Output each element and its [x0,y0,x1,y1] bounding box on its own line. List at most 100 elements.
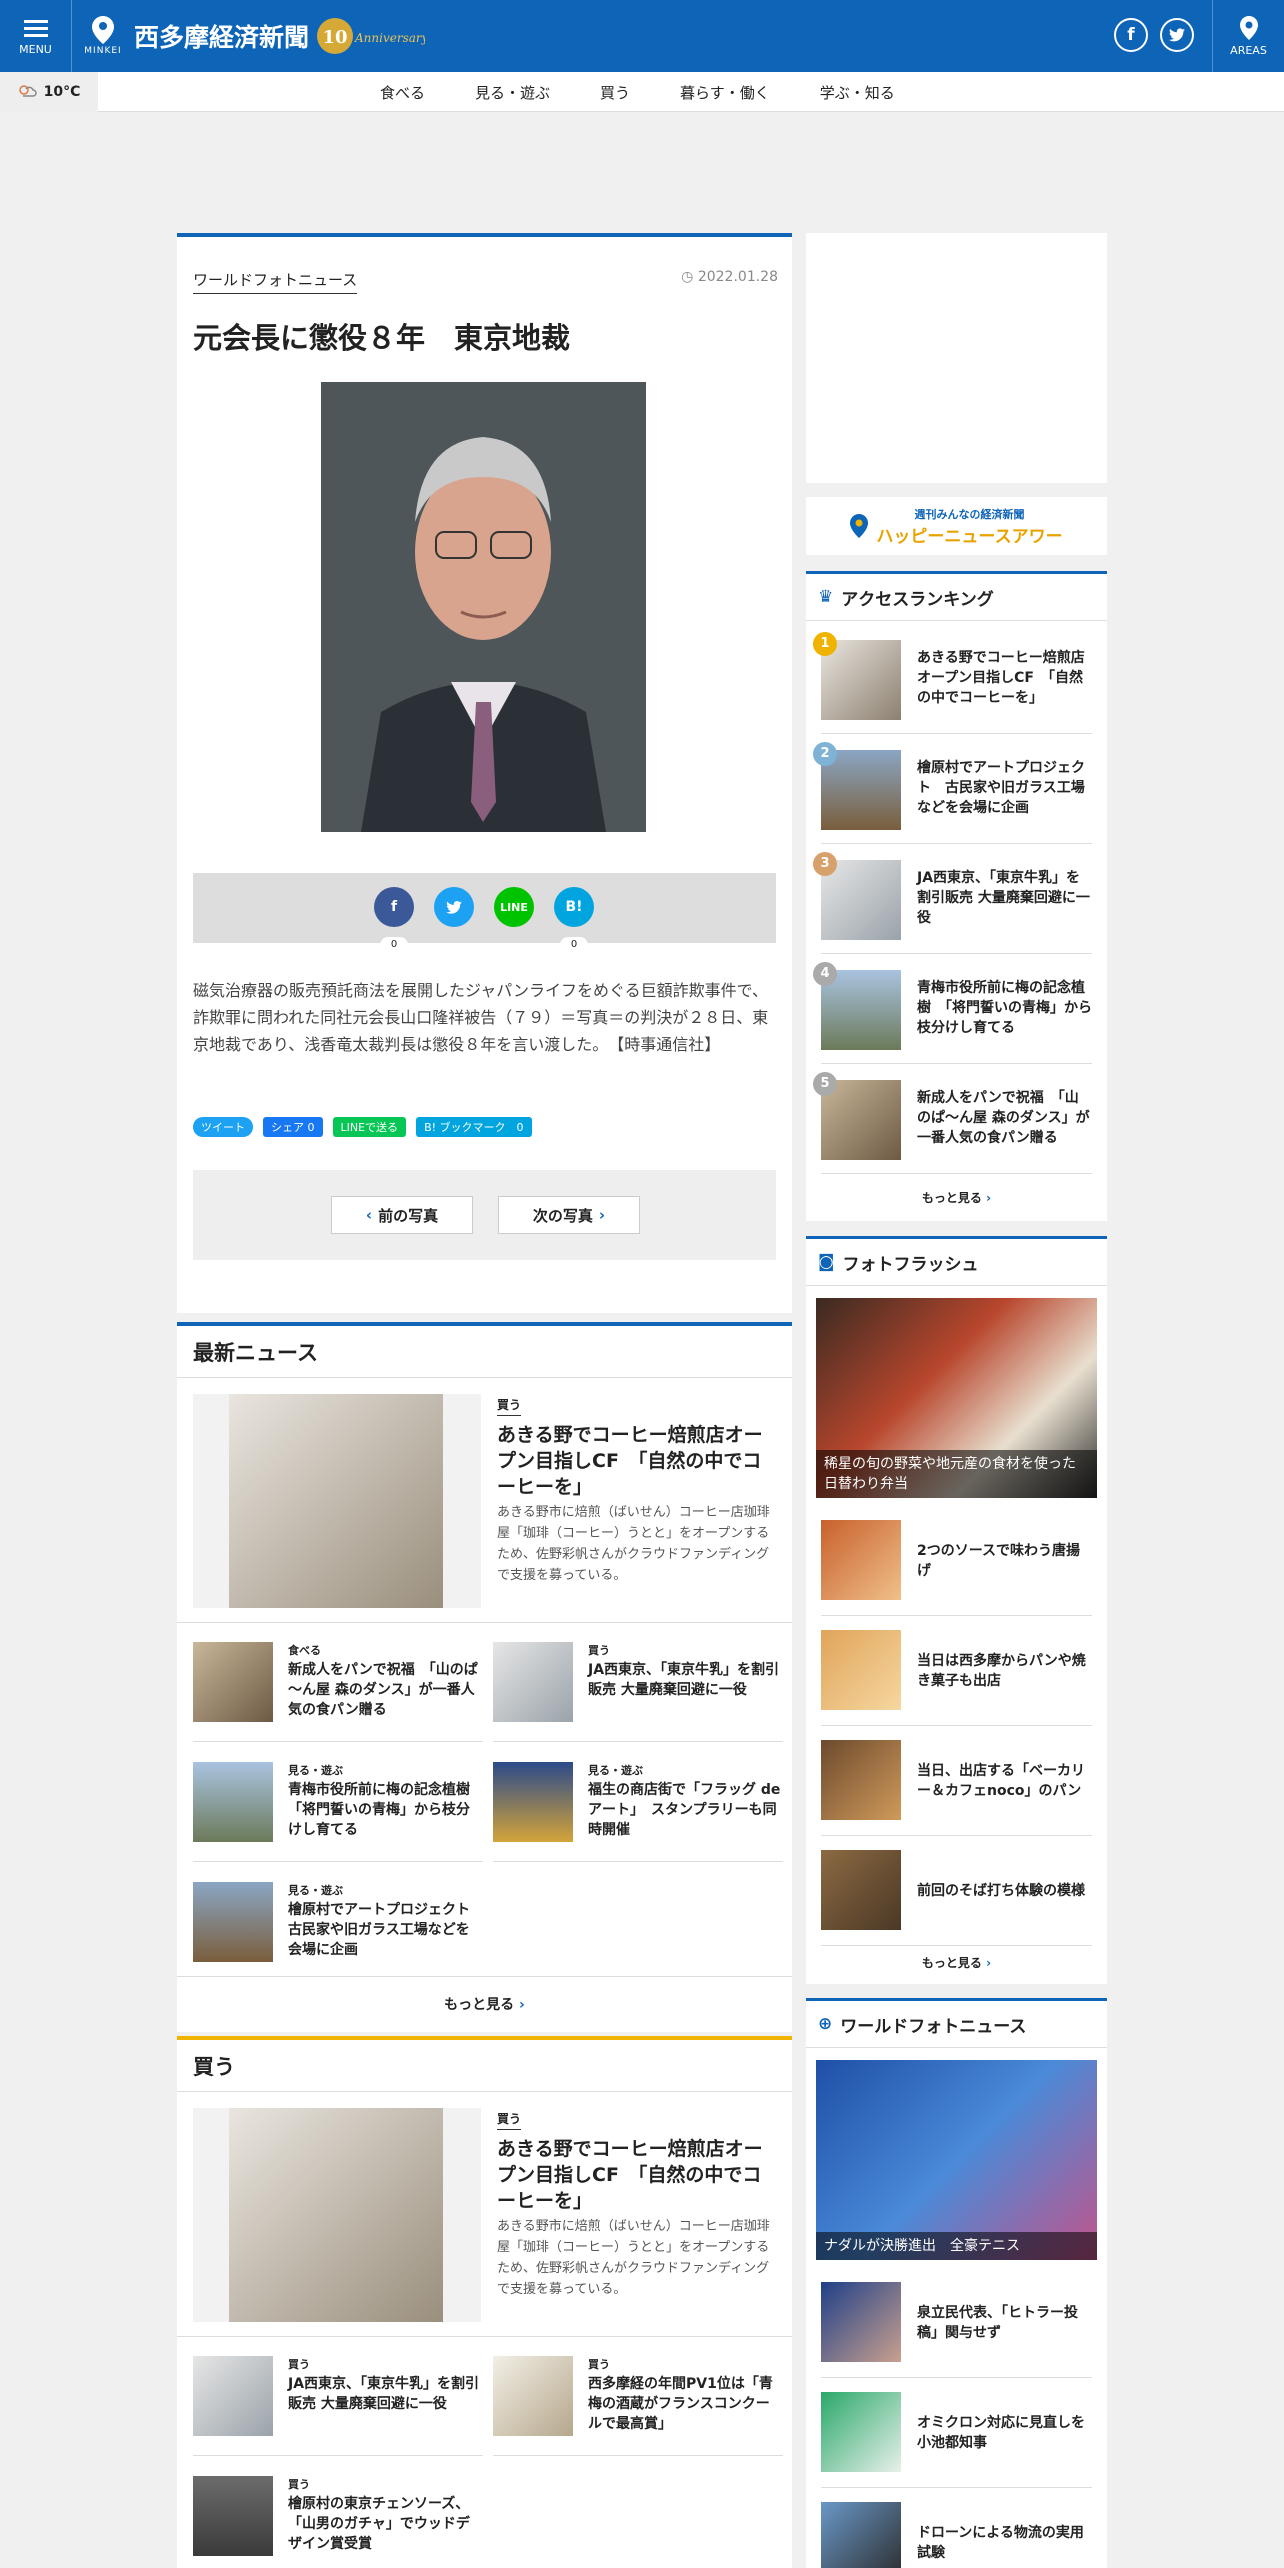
ranking-title: 檜原村でアートプロジェクト 古民家や旧ガラス工場などを会場に企画 [917,760,1085,816]
areas-label: AREAS [1230,43,1267,57]
banner-subtitle: 週刊みんなの経済新聞 [914,507,1025,521]
share-bar: f 0 LINE B! 0 [193,873,776,953]
more-label: もっと見る [921,1956,982,1970]
happy-news-banner[interactable]: 週刊みんなの経済新聞 ハッピーニュースアワー [806,497,1107,555]
svg-text:Anniversary: Anniversary [354,31,425,45]
ranking-more-link[interactable]: もっと見る › [806,1189,1107,1206]
hatena-share-count: 0 [560,937,588,953]
world-item[interactable]: ドローンによる物流の実用試験 [821,2488,1092,2568]
world-item[interactable]: オミクロン対応に見直しを 小池都知事 [821,2378,1099,2488]
ranking-title: 青梅市役所前に梅の記念植樹 「将門誓いの青梅」から枝分けし育てる [917,980,1092,1036]
twitter-header-button[interactable] [1160,18,1194,52]
nav-item-miru-asobu[interactable]: 見る・遊ぶ [475,82,550,103]
photo-item[interactable]: 2つのソースで味わう唐揚げ [821,1506,1092,1616]
twitter-share-button[interactable] [434,887,474,927]
ranking-item[interactable]: 5 新成人をパンで祝福 「山のぱ～ん屋 森のダンス」が一番人気の食パン贈る [813,1064,1092,1174]
rank-badge: 3 [813,852,837,876]
areas-button[interactable]: AREAS [1212,0,1284,72]
menu-button[interactable]: MENU [0,0,72,72]
crown-icon: ♛ [818,587,834,607]
buy-feature-category[interactable]: 買う [497,2110,522,2130]
nav-item-kurasu-hataraku[interactable]: 暮らす・働く [680,82,770,103]
world-item[interactable]: 泉立民代表、「ヒトラー投稿」関与せず [821,2268,1092,2378]
item-category: 見る・遊ぶ [588,1764,643,1777]
minkei-pin-icon [850,514,869,538]
globe-icon: ⊕ [818,2014,833,2034]
article-category-link[interactable]: ワールドフォトニュース [193,269,358,294]
line-send-button[interactable]: LINEで送る [332,1117,407,1137]
next-photo-label: 次の写真 [532,1206,593,1225]
facebook-share-button[interactable]: f [374,887,414,927]
facebook-header-button[interactable]: f [1114,18,1148,52]
photo-flash-box: ◙ フォトフラッシュ 稀星の旬の野菜や地元産の食材を使った日替わり弁当 2つのソー… [806,1236,1107,1984]
list-item[interactable]: 買う 西多摩経の年間PV1位は「青梅の酒蔵がフランスコンクールで最高賞」 [493,2356,783,2456]
ranking-item[interactable]: 4 青梅市役所前に梅の記念植樹 「将門誓いの青梅」から枝分けし育てる [813,954,1092,1064]
latest-feature-category[interactable]: 買う [497,1396,522,1416]
hatena-share-button[interactable]: B! [554,887,594,927]
list-item[interactable]: 買う 檜原村の東京チェンソーズ、「山男のガチャ」でウッドデザイン賞受賞 [193,2476,483,2568]
next-photo-button[interactable]: 次の写真 › [498,1196,640,1234]
thumbnail [193,2356,273,2436]
list-item[interactable]: 食べる 新成人をパンで祝福 「山のぱ～ん屋 森のダンス」が一番人気の食パン贈る [193,1642,483,1742]
photo-item-title: 前回のそば打ち体験の模様 [917,1883,1085,1899]
article-date-text: 2022.01.28 [697,269,778,285]
item-category: 買う [288,2358,310,2371]
item-category: 見る・遊ぶ [288,1884,343,1897]
item-category: 見る・遊ぶ [288,1764,343,1777]
article-panel: ワールドフォトニュース ◷ 2022.01.28 元会長に懲役８年 東京地裁 f… [177,233,792,1313]
rank-badge: 2 [813,742,837,766]
ranking-title: JA西東京、「東京牛乳」を割引販売 大量廃棄回避に一役 [917,870,1090,926]
nav-item-kau[interactable]: 買う [600,82,630,103]
list-item[interactable]: 買う JA西東京、「東京牛乳」を割引販売 大量廃棄回避に一役 [193,2356,483,2456]
chevron-left-icon: ‹ [365,1206,373,1224]
world-photo-title: ワールドフォトニュース [840,2016,1027,2037]
minkei-pin-icon [92,16,114,44]
coffee-photo [229,2108,443,2322]
site-title: 西多摩経済新聞 [134,23,310,52]
tweet-button[interactable]: ツイート [193,1117,253,1137]
photo-item[interactable]: 前回のそば打ち体験の模様 [821,1836,1092,1946]
prev-photo-button[interactable]: ‹ 前の写真 [331,1196,473,1234]
chevron-right-icon: › [519,1997,525,2013]
buy-feature-title[interactable]: あきる野でコーヒー焙煎店オープン目指しCF 「自然の中でコーヒーを」 [497,2136,779,2214]
photo-item[interactable]: 当日は西多摩からパンや焼き菓子も出店 [821,1616,1092,1726]
fb-share-mini-button[interactable]: シェア 0 [263,1117,323,1137]
ranking-item[interactable]: 3 JA西東京、「東京牛乳」を割引販売 大量廃棄回避に一役 [813,844,1092,954]
nav-item-manabu-shiru[interactable]: 学ぶ・知る [820,82,895,103]
photo-flash-main[interactable]: 稀星の旬の野菜や地元産の食材を使った日替わり弁当 [816,1298,1097,1498]
list-item[interactable]: 買う JA西東京、「東京牛乳」を割引販売 大量廃棄回避に一役 [493,1642,783,1742]
line-share-button[interactable]: LINE [494,887,534,927]
ranking-item[interactable]: 1 あきる野でコーヒー焙煎店オープン目指しCF 「自然の中でコーヒーを」 [813,624,1092,734]
thumbnail [193,1642,273,1722]
rank-badge: 1 [813,632,837,656]
list-item[interactable]: 見る・遊ぶ 福生の商店街で「フラッグ de アート」 スタンプラリーも同時開催 [493,1762,783,1862]
coffee-photo [229,1394,443,1608]
latest-news-heading: 最新ニュース [177,1326,792,1378]
facebook-icon: f [390,899,398,915]
ranking-item[interactable]: 2 檜原村でアートプロジェクト 古民家や旧ガラス工場などを会場に企画 [813,734,1092,844]
chevron-right-icon: › [986,1956,992,1970]
latest-feature-title[interactable]: あきる野でコーヒー焙煎店オープン目指しCF 「自然の中でコーヒーを」 [497,1422,779,1500]
latest-more-link[interactable]: もっと見る › [177,1994,792,2014]
world-item-title: オミクロン対応に見直しを 小池都知事 [917,2415,1099,2451]
hatena-bookmark-button[interactable]: B! ブックマーク 0 [416,1117,532,1137]
latest-feature-image[interactable] [193,1394,481,1608]
photo-item[interactable]: 当日、出店する「ベーカリー＆カフェnoco」のパン [821,1726,1092,1836]
list-item[interactable]: 見る・遊ぶ 青梅市役所前に梅の記念植樹「将門誓いの青梅」から枝分けし育てる [193,1762,483,1862]
article-body: 磁気治療器の販売預託商法を展開したジャパンライフをめぐる巨額詐欺事件で、詐欺罪に… [193,981,769,1054]
buy-feature-image[interactable] [193,2108,481,2322]
photo-item-title: 当日、出店する「ベーカリー＆カフェnoco」のパン [917,1763,1085,1799]
access-ranking-heading: ♛ アクセスランキング [806,571,1107,621]
thumbnail [193,1762,273,1842]
nav-item-taberu[interactable]: 食べる [380,82,425,103]
photo-flash-more-link[interactable]: もっと見る › [806,1954,1107,1971]
category-nav: 10°C 食べる 見る・遊ぶ 買う 暮らす・働く 学ぶ・知る [0,72,1284,112]
thumbnail [821,2282,901,2362]
thumbnail [193,2476,273,2556]
list-item[interactable]: 見る・遊ぶ 檜原村でアートプロジェクト 古民家や旧ガラス工場などを会場に企画 [193,1882,484,1982]
site-logo[interactable]: MINKEI 西多摩経済新聞 10 Anniversary [84,10,425,62]
world-photo-main[interactable]: ナダルが決勝進出 全豪テニス [816,2060,1097,2260]
item-title: 福生の商店街で「フラッグ de アート」 スタンプラリーも同時開催 [588,1782,781,1838]
latest-feature-desc: あきる野市に焙煎（ばいせん）コーヒー店珈琲屋「珈琲（コーヒー）うとと」をオープン… [497,1505,770,1583]
rank-badge: 4 [813,962,837,986]
